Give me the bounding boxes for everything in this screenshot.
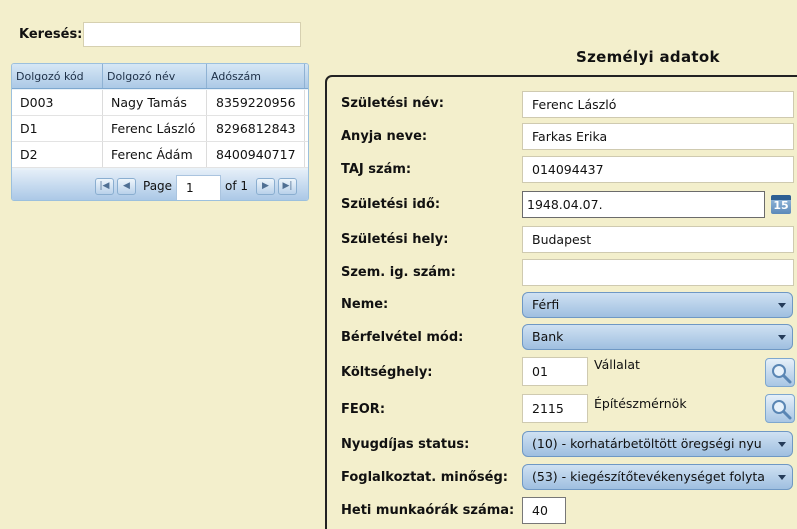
employee-grid: Dolgozó kód Dolgozó név Adószám D003 Nag… xyxy=(11,63,309,201)
cell-dolgozo-kod: D1 xyxy=(12,116,103,141)
feor-input[interactable]: 2115 xyxy=(522,394,588,423)
cell-adoszam: 8296812843 xyxy=(207,116,305,141)
search-label: Keresés: xyxy=(19,27,83,42)
table-row[interactable]: D1 Ferenc László 8296812843 xyxy=(12,116,308,142)
cell-dolgozo-kod: D2 xyxy=(12,142,103,167)
panel-title: Személyi adatok xyxy=(576,48,720,66)
chevron-down-icon xyxy=(778,475,786,480)
label-szem-ig-szam: Szem. ig. szám: xyxy=(341,265,456,280)
grid-body: D003 Nagy Tamás 8359220956 D1 Ferenc Lás… xyxy=(12,90,308,168)
label-szuletesi-ido: Születési idő: xyxy=(341,197,441,212)
page-number-input[interactable]: 1 xyxy=(176,175,221,200)
szuletesi-ido-input[interactable]: 1948.04.07. xyxy=(522,191,765,218)
column-header-dolgozo-kod[interactable]: Dolgozó kód xyxy=(12,64,103,88)
koltseghely-input[interactable]: 01 xyxy=(522,357,588,386)
nyugdijas-status-selected-value: (10) - korhatárbetöltött öregségi nyu xyxy=(532,436,762,451)
label-anyja-neve: Anyja neve: xyxy=(341,129,428,144)
label-koltseghely: Költséghely: xyxy=(341,365,433,380)
szem-ig-szam-input[interactable] xyxy=(522,259,794,286)
label-heti-munkaorak: Heti munkaórák száma: xyxy=(341,503,515,518)
feor-lookup-button[interactable] xyxy=(765,394,795,423)
label-neme: Neme: xyxy=(341,297,389,312)
label-szuletesi-nev: Születési név: xyxy=(341,96,444,111)
heti-munkaorak-input[interactable]: 40 xyxy=(522,497,566,524)
chevron-down-icon xyxy=(778,442,786,447)
page-count-label: of 1 xyxy=(225,179,249,193)
last-page-icon[interactable]: ▶| xyxy=(278,178,297,195)
taj-szam-input[interactable]: 014094437 xyxy=(522,156,794,183)
column-header-adoszam[interactable]: Adószám xyxy=(207,64,305,88)
magnifier-icon xyxy=(772,364,792,384)
label-nyugdijas-status: Nyugdíjas status: xyxy=(341,437,470,452)
koltseghely-description: Vállalat xyxy=(594,357,640,372)
table-row[interactable]: D2 Ferenc Ádám 8400940717 xyxy=(12,142,308,168)
chevron-down-icon xyxy=(778,303,786,308)
grid-pager: |◀ ◀ Page 1 of 1 ▶ ▶| xyxy=(12,170,308,200)
label-taj-szam: TAJ szám: xyxy=(341,162,412,177)
label-berfelvetel-mod: Bérfelvétel mód: xyxy=(341,330,464,345)
page-label: Page xyxy=(143,179,173,193)
berfelvetel-mod-selected-value: Bank xyxy=(532,329,564,344)
label-feor: FEOR: xyxy=(341,402,386,417)
first-page-icon[interactable]: |◀ xyxy=(95,178,114,195)
label-szuletesi-hely: Születési hely: xyxy=(341,232,449,247)
berfelvetel-mod-select[interactable]: Bank xyxy=(522,324,793,350)
anyja-neve-input[interactable]: Farkas Erika xyxy=(522,123,794,150)
cell-adoszam: 8400940717 xyxy=(207,142,305,167)
foglalkoztat-minoseg-select[interactable]: (53) - kiegészítőtevékenységet folyta xyxy=(522,464,793,490)
calendar-icon[interactable]: 15 xyxy=(771,195,791,214)
column-header-dolgozo-nev[interactable]: Dolgozó név xyxy=(103,64,207,88)
szuletesi-hely-input[interactable]: Budapest xyxy=(522,226,794,253)
magnifier-icon xyxy=(772,400,792,420)
label-foglalkoztat-minoseg: Foglalkoztat. minőség: xyxy=(341,470,508,485)
cell-dolgozo-kod: D003 xyxy=(12,90,103,115)
szuletesi-nev-input[interactable]: Ferenc László xyxy=(522,91,794,118)
nyugdijas-status-select[interactable]: (10) - korhatárbetöltött öregségi nyu xyxy=(522,431,793,457)
prev-page-icon[interactable]: ◀ xyxy=(117,178,136,195)
cell-dolgozo-nev: Ferenc Ádám xyxy=(103,142,207,167)
koltseghely-lookup-button[interactable] xyxy=(765,358,795,387)
search-input[interactable] xyxy=(83,22,301,47)
cell-dolgozo-nev: Ferenc László xyxy=(103,116,207,141)
neme-selected-value: Férfi xyxy=(532,297,560,312)
next-page-icon[interactable]: ▶ xyxy=(256,178,275,195)
cell-adoszam: 8359220956 xyxy=(207,90,305,115)
chevron-down-icon xyxy=(778,335,786,340)
grid-header: Dolgozó kód Dolgozó név Adószám xyxy=(12,64,308,89)
neme-select[interactable]: Férfi xyxy=(522,292,793,318)
foglalkoztat-minoseg-selected-value: (53) - kiegészítőtevékenységet folyta xyxy=(532,469,765,484)
cell-dolgozo-nev: Nagy Tamás xyxy=(103,90,207,115)
feor-description: Építészmérnök xyxy=(594,396,687,411)
table-row[interactable]: D003 Nagy Tamás 8359220956 xyxy=(12,90,308,116)
